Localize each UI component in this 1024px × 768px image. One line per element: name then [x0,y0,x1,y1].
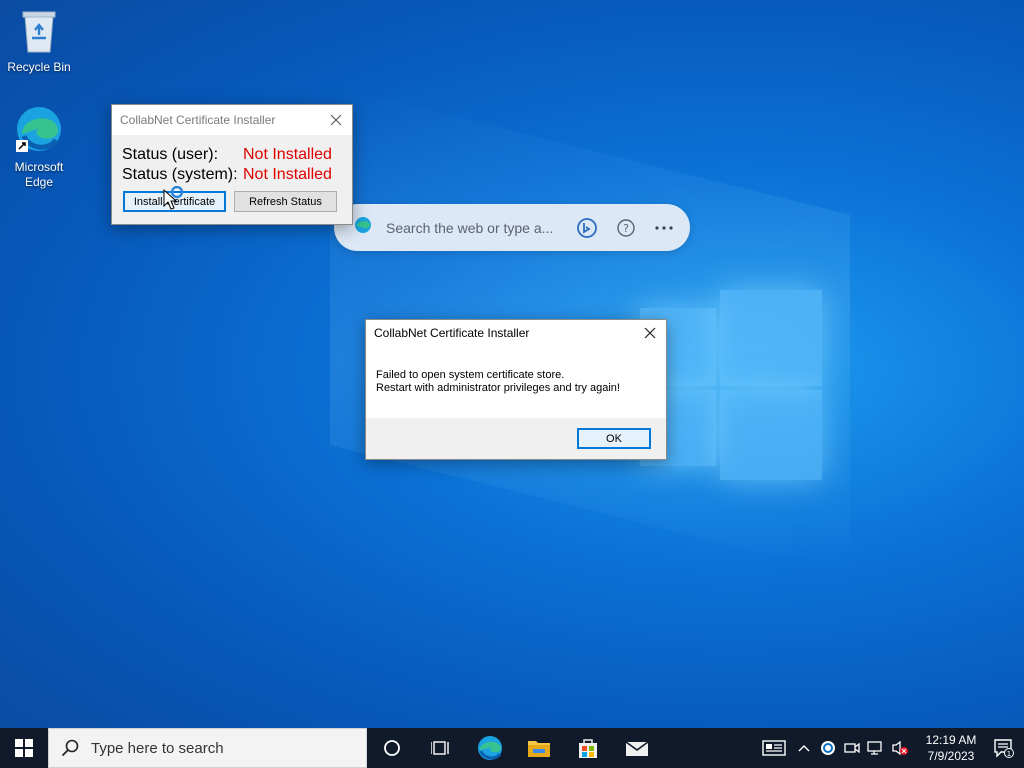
window-body: Status (user): Not Installed Status (sys… [112,135,352,195]
network-icon [867,741,882,755]
more-options-icon[interactable] [654,225,674,231]
dialog-message-line2: Restart with administrator privileges an… [376,382,620,394]
taskbar-edge[interactable] [465,728,514,768]
close-button[interactable] [326,110,346,130]
close-icon [330,114,342,126]
window-titlebar[interactable]: CollabNet Certificate Installer [112,105,352,135]
window-title: CollabNet Certificate Installer [120,113,276,127]
status-user-label: Status (user): [122,146,219,163]
store-icon [578,739,597,758]
edge-icon [1,104,77,158]
meet-now-icon [844,742,860,754]
windows-start-icon [15,739,33,757]
status-user-row: Status (user): Not Installed [122,145,342,165]
edge-icon [477,736,502,760]
error-message-dialog: CollabNet Certificate Installer Failed t… [365,319,667,460]
edge-search-bar[interactable]: Search the web or type a... ? [334,204,690,251]
taskbar: Type here to search 12:19 AM 7/9/2023 1 [0,728,1024,768]
close-icon [644,327,656,339]
clock-date: 7/9/2023 [927,749,975,763]
cortana-icon [383,740,400,756]
desktop-icon-recycle-bin[interactable]: Recycle Bin [1,8,77,75]
notification-count: 1 [1007,750,1011,758]
status-system-value: Not Installed [243,166,332,183]
taskbar-mail[interactable] [612,728,661,768]
show-hidden-icons-button[interactable] [792,728,816,768]
notification-icon: 1 [994,739,1014,758]
dialog-message-line1: Failed to open system certificate store. [376,369,565,381]
chevron-up-icon [798,745,810,752]
tray-meet-button[interactable] [840,728,864,768]
svg-text:?: ? [623,222,629,235]
taskbar-clock[interactable]: 12:19 AM 7/9/2023 [918,732,984,764]
search-icon [61,739,79,757]
network-button[interactable] [864,728,888,768]
recycle-bin-label: Recycle Bin [7,60,71,74]
system-tray: 12:19 AM 7/9/2023 1 [756,728,1024,768]
start-button[interactable] [0,728,48,768]
volume-button[interactable] [888,728,912,768]
dialog-footer: OK [366,418,666,459]
dialog-close-button[interactable] [640,323,660,343]
task-view-icon [430,741,449,755]
action-center-button[interactable]: 1 [984,728,1024,768]
taskbar-file-explorer[interactable] [514,728,563,768]
volume-muted-icon [892,740,908,756]
dialog-title: CollabNet Certificate Installer [374,326,530,340]
mail-icon [625,741,648,756]
desktop-icon-microsoft-edge[interactable]: Microsoft Edge [1,104,77,190]
mouse-cursor-busy-icon [163,185,189,217]
status-user-value: Not Installed [243,146,332,163]
cortana-button[interactable] [367,728,416,768]
edge-icon [354,216,372,239]
dialog-titlebar[interactable]: CollabNet Certificate Installer [366,320,666,346]
news-icon [762,740,786,756]
refresh-status-button[interactable]: Refresh Status [234,191,337,212]
sync-app-icon [821,741,835,755]
taskbar-search-box[interactable]: Type here to search [48,728,367,768]
news-widget-button[interactable] [756,728,792,768]
tray-app-button[interactable] [816,728,840,768]
certificate-installer-window: CollabNet Certificate Installer Status (… [111,104,353,225]
edge-search-placeholder: Search the web or type a... [386,219,554,236]
dialog-message: Failed to open system certificate store.… [366,346,666,418]
bing-icon[interactable] [576,217,598,239]
help-icon[interactable]: ? [616,218,636,238]
clock-time: 12:19 AM [925,733,977,747]
status-system-row: Status (system): Not Installed [122,165,342,185]
microsoft-edge-label: Microsoft Edge [14,160,64,189]
status-system-label: Status (system): [122,166,238,183]
recycle-bin-icon [1,8,77,58]
ok-button[interactable]: OK [577,428,651,449]
taskbar-search-placeholder: Type here to search [91,739,224,757]
windows-logo-wallpaper [640,290,822,480]
task-view-button[interactable] [416,728,465,768]
taskbar-store[interactable] [563,728,612,768]
file-explorer-icon [527,741,550,757]
